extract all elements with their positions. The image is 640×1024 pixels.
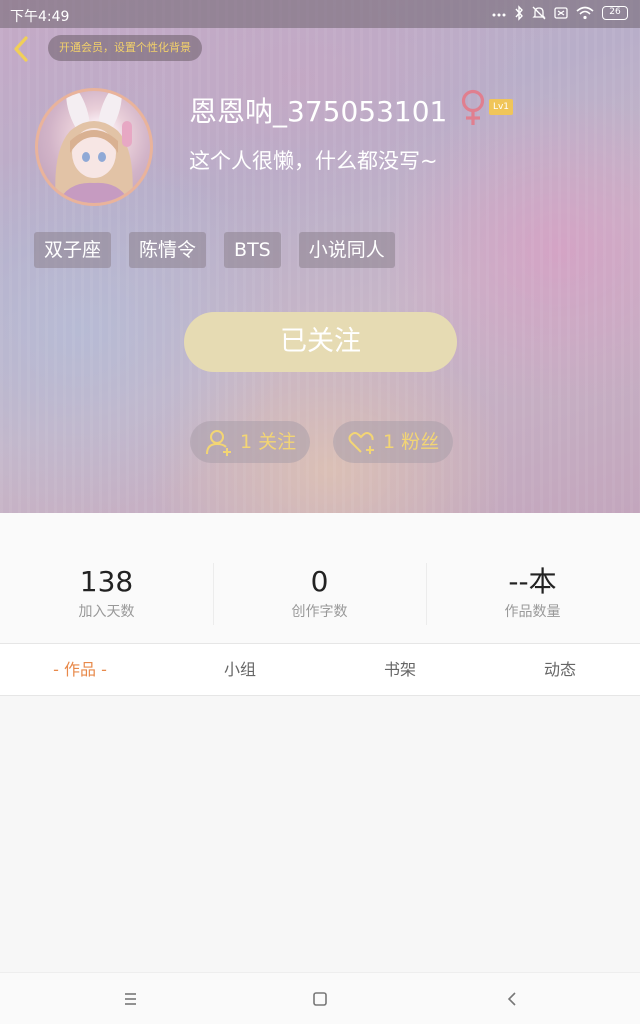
stat-word-count: 0 创作字数 xyxy=(213,565,426,621)
stats-panel: 138 加入天数 0 创作字数 --本 作品数量 xyxy=(0,513,640,643)
system-nav-bar xyxy=(0,972,640,1024)
following-count: 1 关注 xyxy=(240,431,297,453)
stat-label: 作品数量 xyxy=(504,604,561,620)
tab-activity[interactable]: 动态 xyxy=(480,644,640,696)
tab-works[interactable]: - 作品 - xyxy=(0,644,160,696)
dots-icon xyxy=(492,13,506,17)
status-icons: 26 xyxy=(492,5,628,21)
stat-label: 加入天数 xyxy=(78,604,135,620)
stat-label: 创作字数 xyxy=(291,604,348,620)
menu-icon[interactable] xyxy=(118,987,142,1011)
tag-item[interactable]: 陈情令 xyxy=(129,232,207,268)
female-gender-icon xyxy=(461,89,485,125)
level-badge: Lv1 xyxy=(489,99,513,115)
wifi-icon xyxy=(576,6,594,20)
user-bio: 这个人很懒，什么都没写~ xyxy=(189,149,438,173)
fans-count: 1 粉丝 xyxy=(383,431,440,453)
battery-icon: 26 xyxy=(602,6,628,20)
stat-value: 0 xyxy=(310,565,329,598)
fans-count-button[interactable]: 1 粉丝 xyxy=(333,421,454,463)
tag-list: 双子座 陈情令 BTS 小说同人 xyxy=(34,232,395,268)
profile-header: 下午4:49 26 开通会员，设置个性化背景 恩恩呐_375053101 Lv1… xyxy=(0,0,640,513)
username: 恩恩呐_375053101 xyxy=(189,95,448,128)
mute-icon xyxy=(532,6,546,20)
status-bar: 下午4:49 26 xyxy=(0,0,640,28)
back-icon[interactable] xyxy=(500,987,524,1011)
tab-content-empty xyxy=(0,696,640,972)
user-add-icon xyxy=(206,430,231,456)
bluetooth-icon xyxy=(515,5,523,21)
stat-value: 138 xyxy=(79,565,134,598)
tag-item[interactable]: BTS xyxy=(224,232,281,268)
back-button[interactable] xyxy=(8,34,36,64)
following-count-button[interactable]: 1 关注 xyxy=(190,421,311,463)
stat-days-joined: 138 加入天数 xyxy=(0,565,213,621)
stat-works-count: --本 作品数量 xyxy=(426,565,639,621)
avatar[interactable] xyxy=(35,88,153,206)
sim-icon xyxy=(554,7,568,19)
vip-background-prompt[interactable]: 开通会员，设置个性化背景 xyxy=(48,35,202,61)
status-time: 下午4:49 xyxy=(10,9,70,25)
avatar-illustration xyxy=(55,91,133,203)
home-icon[interactable] xyxy=(308,987,332,1011)
tab-groups[interactable]: 小组 xyxy=(160,644,320,696)
followed-button[interactable]: 已关注 xyxy=(184,312,457,372)
profile-tabs: - 作品 - 小组 书架 动态 xyxy=(0,643,640,696)
stat-value: --本 xyxy=(508,565,557,598)
tag-item[interactable]: 小说同人 xyxy=(298,232,395,268)
heart-add-icon xyxy=(348,432,374,454)
tab-bookshelf[interactable]: 书架 xyxy=(320,644,480,696)
tag-item[interactable]: 双子座 xyxy=(34,232,112,268)
